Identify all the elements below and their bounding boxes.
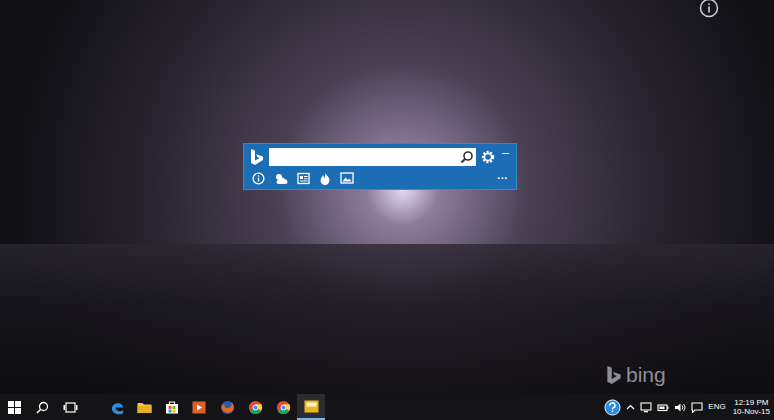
bing-logo-icon <box>249 148 265 166</box>
search-icon[interactable] <box>460 150 474 164</box>
system-tray: ENG 12:19 PM 10-Nov-15 <box>604 398 774 416</box>
firefox-icon <box>220 400 235 415</box>
language-indicator[interactable]: ENG <box>708 403 725 411</box>
folder-icon <box>137 401 152 414</box>
task-view-icon <box>63 402 78 413</box>
minimize-button[interactable]: – <box>500 144 511 159</box>
info-button[interactable] <box>698 0 720 19</box>
task-view-button[interactable] <box>56 394 84 420</box>
weather-icon[interactable] <box>274 172 288 185</box>
trending-icon[interactable] <box>319 172 331 185</box>
info-icon <box>699 0 719 18</box>
search-field[interactable] <box>269 148 476 166</box>
clock[interactable]: 12:19 PM 10-Nov-15 <box>731 398 770 416</box>
start-button[interactable] <box>0 394 28 420</box>
search-button[interactable] <box>28 394 56 420</box>
bing-bar-top: – <box>244 144 516 169</box>
bing-desktop-app[interactable] <box>297 394 325 420</box>
network-icon[interactable] <box>640 402 652 413</box>
chrome-app[interactable] <box>241 394 269 420</box>
bing-logo-icon <box>605 365 623 385</box>
chrome-icon <box>248 400 263 415</box>
images-icon[interactable] <box>340 172 354 184</box>
taskbar: ENG 12:19 PM 10-Nov-15 <box>0 394 774 420</box>
notification-icon[interactable] <box>691 402 703 413</box>
file-explorer-app[interactable] <box>131 394 158 420</box>
more-button[interactable]: ··· <box>497 173 508 184</box>
news-icon[interactable] <box>297 172 310 185</box>
windows-icon <box>8 401 21 414</box>
chevron-up-icon[interactable] <box>626 403 635 412</box>
info-icon[interactable] <box>252 172 265 185</box>
bing-bar-toolbar: ··· <box>244 169 516 189</box>
firefox-app[interactable] <box>213 394 241 420</box>
bing-desktop-icon <box>304 400 319 413</box>
store-icon <box>165 400 179 414</box>
battery-icon[interactable] <box>657 402 669 413</box>
media-app[interactable] <box>185 394 213 420</box>
search-icon <box>36 401 49 414</box>
edge-icon <box>110 400 125 415</box>
edge-app[interactable] <box>104 394 131 420</box>
chrome-app-2[interactable] <box>269 394 297 420</box>
volume-icon[interactable] <box>674 402 686 413</box>
desktop: – <box>0 0 774 394</box>
bing-bar: – <box>243 143 517 190</box>
gear-icon[interactable] <box>480 149 496 165</box>
bing-watermark: bing <box>605 364 666 385</box>
chrome-icon <box>276 400 291 415</box>
store-app[interactable] <box>158 394 185 420</box>
media-player-icon <box>192 401 206 414</box>
help-icon[interactable] <box>604 399 621 416</box>
